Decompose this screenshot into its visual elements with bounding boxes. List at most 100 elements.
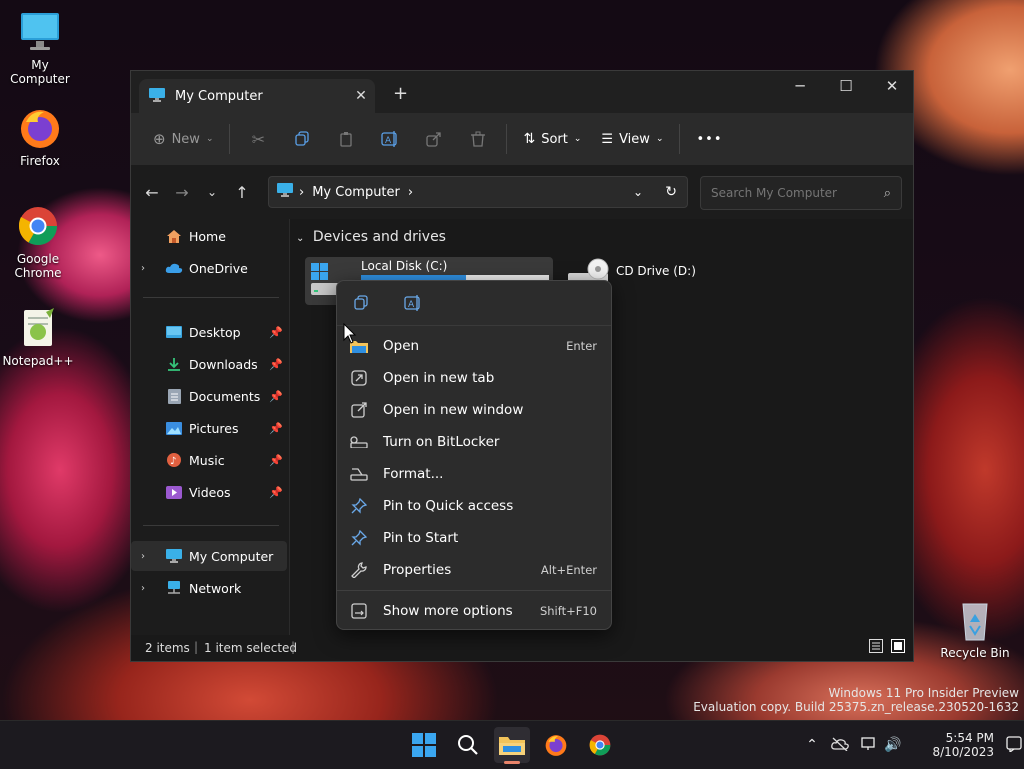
sidebar-item-network[interactable]: › Network — [131, 573, 287, 603]
tiles-view-icon[interactable] — [891, 639, 905, 656]
desktop-icon-notepad-plus-plus[interactable]: Notepad++ — [0, 306, 78, 368]
sidebar-item-home[interactable]: Home — [131, 221, 287, 251]
volume-icon[interactable]: 🔊 — [882, 737, 904, 753]
sidebar-item-my-computer[interactable]: › My Computer — [131, 541, 287, 571]
view-list-icon: ☰ — [601, 131, 614, 147]
new-label: New — [171, 131, 200, 147]
sidebar-item-videos[interactable]: Videos 📌 — [131, 477, 287, 507]
monitor-icon — [165, 548, 183, 564]
menu-item-shortcut: Enter — [566, 339, 597, 353]
network-status-icon[interactable] — [856, 736, 882, 754]
up-arrow-icon[interactable]: ↑ — [227, 183, 257, 202]
sidebar-item-downloads[interactable]: Downloads 📌 — [131, 349, 287, 379]
search-button[interactable] — [450, 727, 486, 763]
menu-item-label: Open in new window — [383, 402, 524, 418]
minimize-button[interactable]: ─ — [777, 71, 823, 103]
search-box[interactable]: ⌕ — [700, 176, 902, 210]
refresh-icon[interactable]: ↻ — [665, 184, 677, 200]
address-bar[interactable]: › My Computer › ⌄ ↻ — [268, 176, 688, 208]
forward-arrow-icon[interactable]: → — [167, 183, 197, 202]
search-icon — [458, 735, 478, 755]
picture-icon — [165, 420, 183, 436]
firefox-icon — [545, 735, 567, 756]
menu-item-open[interactable]: Open Enter — [341, 331, 607, 361]
expand-chevron-icon[interactable]: › — [141, 583, 155, 594]
recent-locations-icon[interactable]: ⌄ — [197, 185, 227, 199]
menu-item-format[interactable]: Format... — [341, 459, 607, 489]
rename-icon[interactable]: A — [401, 291, 425, 315]
onedrive-offline-icon[interactable] — [824, 737, 856, 754]
share-icon[interactable] — [420, 125, 448, 153]
expand-chevron-icon[interactable]: › — [141, 551, 155, 562]
sidebar-item-documents[interactable]: Documents 📌 — [131, 381, 287, 411]
sidebar-item-pictures[interactable]: Pictures 📌 — [131, 413, 287, 443]
breadcrumb-my-computer[interactable]: My Computer — [312, 185, 400, 200]
monitor-icon — [277, 183, 293, 201]
menu-item-label: Format... — [383, 466, 444, 482]
more-icon: ••• — [696, 131, 723, 147]
sidebar-item-desktop[interactable]: Desktop 📌 — [131, 317, 287, 347]
desktop-icon-label: Firefox — [20, 154, 60, 168]
sort-button[interactable]: ⇅ Sort ⌄ — [513, 123, 591, 155]
command-bar: ⊕ New ⌄ ✂ A ⇅ Sort ⌄ ☰ View ⌄ ••• — [131, 113, 913, 165]
home-icon — [165, 228, 183, 244]
sidebar-item-music[interactable]: ♪ Music 📌 — [131, 445, 287, 475]
status-item-count: 2 items — [145, 641, 190, 655]
menu-item-turn-on-bitlocker[interactable]: Turn on BitLocker — [341, 427, 607, 457]
new-tab-button[interactable]: + — [393, 83, 408, 104]
breadcrumb-separator: › — [407, 184, 414, 200]
new-button[interactable]: ⊕ New ⌄ — [143, 123, 223, 155]
notifications-icon[interactable] — [1004, 735, 1024, 755]
taskbar-firefox[interactable] — [538, 727, 574, 763]
sidebar-item-label: Videos — [189, 484, 231, 500]
chevron-down-icon: ⌄ — [205, 134, 214, 144]
close-tab-icon[interactable]: ✕ — [347, 88, 375, 104]
menu-item-show-more-options[interactable]: Show more options Shift+F10 — [341, 596, 607, 626]
pin-icon: 📌 — [269, 453, 283, 467]
group-header-devices[interactable]: ⌄ Devices and drives — [296, 229, 446, 245]
sidebar-item-onedrive[interactable]: › OneDrive — [131, 253, 287, 283]
rename-icon[interactable]: A — [376, 125, 404, 153]
taskbar-chrome[interactable] — [582, 727, 618, 763]
taskbar-file-explorer[interactable] — [494, 727, 530, 764]
back-arrow-icon[interactable]: ← — [137, 183, 167, 202]
copy-icon[interactable] — [288, 125, 316, 153]
monitor-icon — [18, 10, 62, 54]
address-dropdown-icon[interactable]: ⌄ — [633, 185, 643, 199]
menu-item-properties[interactable]: Properties Alt+Enter — [341, 555, 607, 585]
show-hidden-icons-chevron-icon[interactable]: ⌃ — [800, 737, 824, 753]
sidebar-item-label: Home — [189, 228, 226, 244]
start-button[interactable] — [406, 727, 442, 763]
close-window-button[interactable]: ✕ — [869, 71, 915, 103]
menu-item-open-in-new-tab[interactable]: Open in new tab — [341, 363, 607, 393]
sidebar-item-label: Documents — [189, 388, 261, 404]
menu-item-pin-to-start[interactable]: Pin to Start — [341, 523, 607, 553]
search-icon[interactable]: ⌕ — [884, 186, 891, 201]
clock-time: 5:54 PM — [945, 731, 994, 745]
expand-chevron-icon[interactable]: › — [141, 263, 155, 274]
details-view-icon[interactable] — [869, 639, 883, 656]
view-button[interactable]: ☰ View ⌄ — [591, 123, 673, 155]
desktop-icon-recycle-bin[interactable]: Recycle Bin — [935, 598, 1015, 660]
tab-title: My Computer — [175, 88, 263, 104]
desktop-icon-google-chrome[interactable]: Google Chrome — [0, 204, 78, 280]
cut-icon[interactable]: ✂ — [244, 125, 272, 153]
search-input[interactable] — [709, 185, 873, 201]
desktop-icon-firefox[interactable]: Firefox — [0, 106, 80, 168]
menu-item-label: Show more options — [383, 603, 513, 619]
group-title: Devices and drives — [312, 229, 446, 245]
delete-icon[interactable] — [464, 125, 492, 153]
clock[interactable]: 5:54 PM 8/10/2023 — [920, 731, 994, 759]
maximize-button[interactable]: ☐ — [823, 71, 869, 103]
paste-icon[interactable] — [332, 125, 360, 153]
desktop-icon-my-computer[interactable]: My Computer — [0, 10, 80, 86]
sort-icon: ⇅ — [523, 131, 536, 147]
copy-icon[interactable] — [349, 291, 373, 315]
tab-my-computer[interactable]: My Computer ✕ — [139, 79, 375, 113]
menu-item-open-in-new-window[interactable]: Open in new window — [341, 395, 607, 425]
show-more-icon — [349, 603, 369, 619]
menu-item-pin-to-quick-access[interactable]: Pin to Quick access — [341, 491, 607, 521]
network-icon — [165, 580, 183, 596]
see-more-button[interactable]: ••• — [686, 123, 732, 155]
taskbar: ⌃ 🔊 5:54 PM 8/10/2023 — [0, 720, 1024, 769]
